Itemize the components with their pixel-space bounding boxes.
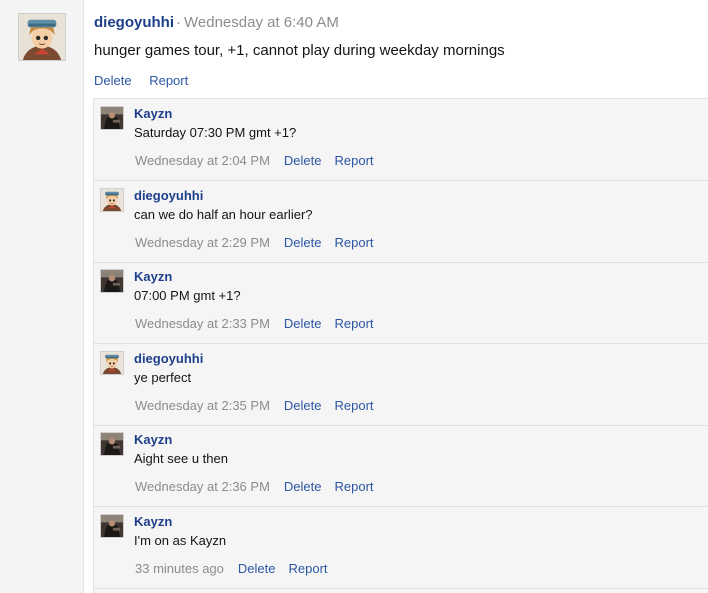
comment-time[interactable]: Wednesday at 2:35 PM xyxy=(135,398,270,413)
comment-report-button[interactable]: Report xyxy=(334,479,373,494)
diegoyuhhi-avatar-icon xyxy=(101,352,123,374)
comment-meta: Wednesday at 2:35 PM Delete Report xyxy=(135,398,374,413)
comment-author[interactable]: Kayzn xyxy=(134,514,172,529)
comment-avatar[interactable] xyxy=(100,432,124,456)
comment-delete-button[interactable]: Delete xyxy=(284,235,322,250)
comment-time[interactable]: 33 minutes ago xyxy=(135,561,224,576)
diegoyuhhi-avatar-icon xyxy=(101,189,123,211)
comment-text: I'm on as Kayzn xyxy=(134,533,227,548)
delete-button[interactable]: Delete xyxy=(94,73,132,88)
comment-meta: Wednesday at 2:29 PM Delete Report xyxy=(135,235,374,250)
comment-author[interactable]: Kayzn xyxy=(134,432,172,447)
comment-text: can we do half an hour earlier? xyxy=(134,207,313,222)
comment-text: ye perfect xyxy=(134,370,192,385)
comment-delete-button[interactable]: Delete xyxy=(284,479,322,494)
comment-delete-button[interactable]: Delete xyxy=(284,153,322,168)
post-actions: Delete Report xyxy=(94,73,188,88)
comment-delete-button[interactable]: Delete xyxy=(284,398,322,413)
comment-time[interactable]: Wednesday at 2:33 PM xyxy=(135,316,270,331)
comment-author[interactable]: Kayzn xyxy=(134,106,172,121)
comment-item: Kayzn Aight see u then Wednesday at 2:36 P… xyxy=(94,425,708,507)
comment-meta: Wednesday at 2:36 PM Delete Report xyxy=(135,479,374,494)
comment-time[interactable]: Wednesday at 2:36 PM xyxy=(135,479,270,494)
comment-meta: 33 minutes ago Delete Report xyxy=(135,561,328,576)
separator-dot: · xyxy=(176,14,181,31)
comment-item: Kayzn 07:00 PM gmt +1? Wednesday at 2:33 P… xyxy=(94,262,708,344)
kayzn-avatar-icon xyxy=(101,515,123,537)
user-avatar-icon xyxy=(19,14,65,60)
post-author[interactable]: diegoyuhhi xyxy=(94,14,174,31)
comment-text: Aight see u then xyxy=(134,451,228,466)
comment-avatar[interactable] xyxy=(100,188,124,212)
comment-time[interactable]: Wednesday at 2:29 PM xyxy=(135,235,270,250)
comment-delete-button[interactable]: Delete xyxy=(284,316,322,331)
comment-delete-button[interactable]: Delete xyxy=(238,561,276,576)
comment-avatar[interactable] xyxy=(100,106,124,130)
comment-report-button[interactable]: Report xyxy=(334,153,373,168)
kayzn-avatar-icon xyxy=(101,107,123,129)
comment-meta: Wednesday at 2:33 PM Delete Report xyxy=(135,316,374,331)
post-message: hunger games tour, +1, cannot play durin… xyxy=(94,42,505,59)
comment-author[interactable]: Kayzn xyxy=(134,269,172,284)
comment-report-button[interactable]: Report xyxy=(334,235,373,250)
comment-time[interactable]: Wednesday at 2:04 PM xyxy=(135,153,270,168)
report-button[interactable]: Report xyxy=(149,73,188,88)
comment-list: Kayzn Saturday 07:30 PM gmt +1? Wednesday … xyxy=(93,98,708,593)
comment-author[interactable]: diegoyuhhi xyxy=(134,351,203,366)
comment-report-button[interactable]: Report xyxy=(334,316,373,331)
comment-item: Kayzn I'm on as Kayzn 33 minutes ago Delete… xyxy=(94,507,708,589)
kayzn-avatar-icon xyxy=(101,270,123,292)
comment-report-button[interactable]: Report xyxy=(288,561,327,576)
comment-item: diegoyuhhi can we do half an hour earlier… xyxy=(94,181,708,263)
comment-text: Saturday 07:30 PM gmt +1? xyxy=(134,125,297,140)
kayzn-avatar-icon xyxy=(101,433,123,455)
post-time[interactable]: Wednesday at 6:40 AM xyxy=(184,14,339,31)
left-gutter xyxy=(0,0,84,593)
comment-avatar[interactable] xyxy=(100,269,124,293)
comment-avatar[interactable] xyxy=(100,514,124,538)
comment-report-button[interactable]: Report xyxy=(334,398,373,413)
comment-item: Kayzn Saturday 07:30 PM gmt +1? Wednesday … xyxy=(94,99,708,181)
comment-author[interactable]: diegoyuhhi xyxy=(134,188,203,203)
comment-meta: Wednesday at 2:04 PM Delete Report xyxy=(135,153,374,168)
comment-text: 07:00 PM gmt +1? xyxy=(134,288,241,303)
comment-item: diegoyuhhi ye perfect Wednesday at 2:35 PM… xyxy=(94,344,708,426)
avatar[interactable] xyxy=(18,13,66,61)
post-header: diegoyuhhi · Wednesday at 6:40 AM xyxy=(94,14,339,31)
comment-avatar[interactable] xyxy=(100,351,124,375)
